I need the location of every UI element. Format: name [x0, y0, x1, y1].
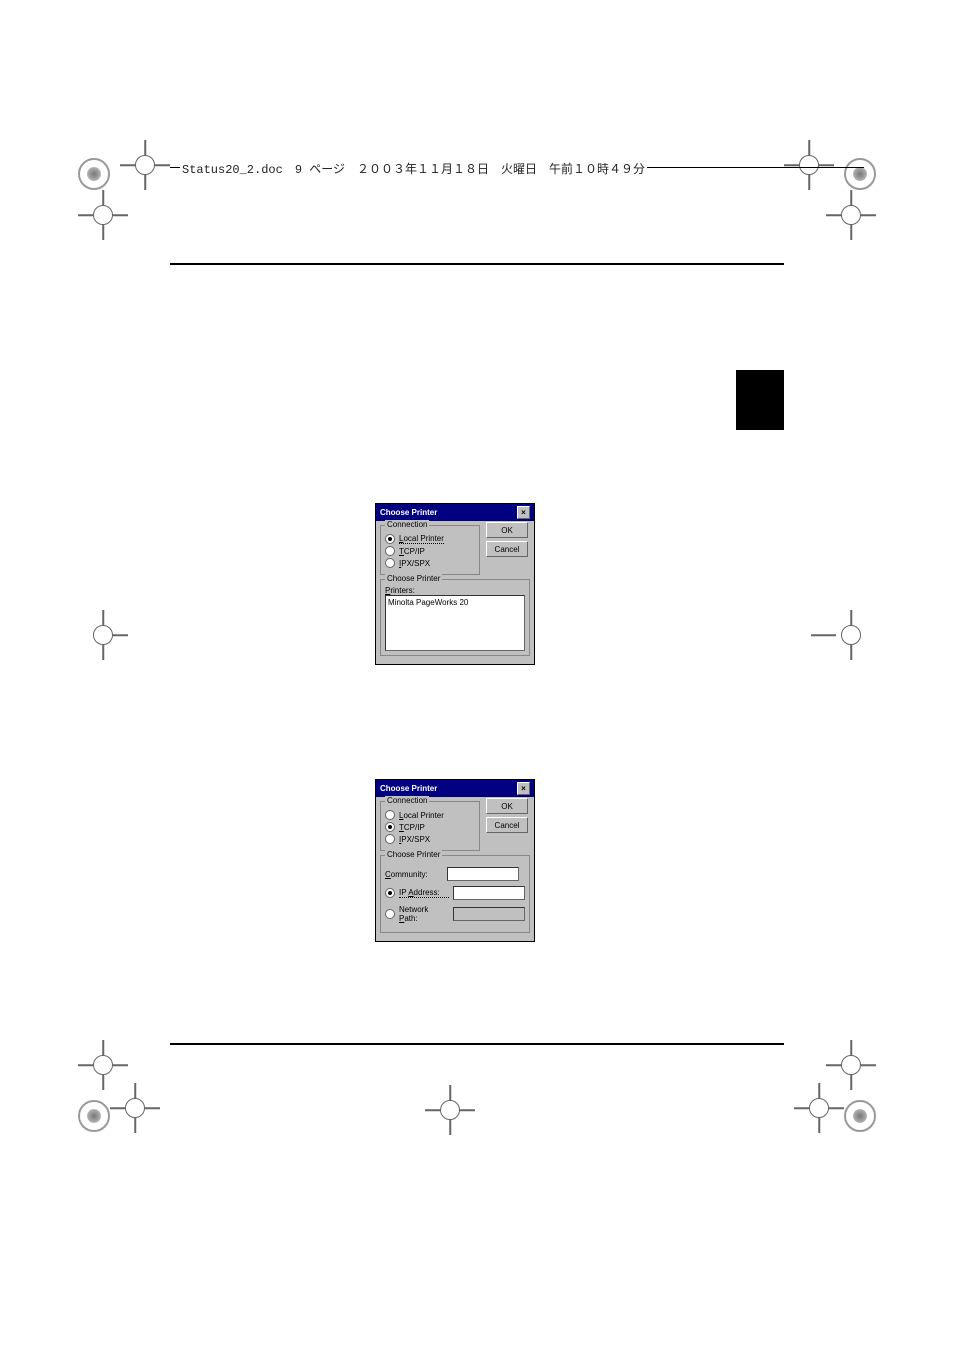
ipaddress-input[interactable]: [453, 886, 525, 900]
dialog-titlebar: Choose Printer ×: [376, 780, 534, 797]
header-text: Status20_2.doc 9 ページ ２００３年１１月１８日 火曜日 午前１…: [180, 160, 647, 177]
page-tab: [736, 370, 784, 430]
radio-tcpip-label: TCP/IP: [399, 547, 425, 556]
registration-cross-bl2: [88, 1050, 118, 1080]
cancel-label: Cancel: [495, 545, 520, 554]
radio-tcpip-label: TCP/IP: [399, 823, 425, 832]
registration-cross-ml: [88, 620, 118, 650]
registration-cross-br2: [836, 1050, 866, 1080]
list-item[interactable]: Minolta PageWorks 20: [388, 598, 522, 607]
choose-group-label: Choose Printer: [385, 850, 442, 859]
radio-ipxspx[interactable]: [385, 558, 395, 568]
radio-ipaddress[interactable]: [385, 888, 395, 898]
content-rule-bottom: [170, 1043, 784, 1045]
registration-cross-tl: [130, 150, 160, 180]
choose-printer-dialog-1: Choose Printer × OK Cancel Connection Lo…: [375, 503, 535, 665]
netpath-label: Network Path:: [399, 905, 449, 923]
community-label: Community:: [385, 870, 443, 879]
registration-ring-br: [844, 1100, 876, 1132]
dialog-title-text: Choose Printer: [380, 784, 437, 793]
registration-cross-bc: [435, 1095, 465, 1125]
radio-tcpip[interactable]: [385, 546, 395, 556]
printers-label: Printers:: [385, 586, 525, 595]
registration-cross-bl: [120, 1093, 150, 1123]
cancel-label: Cancel: [495, 821, 520, 830]
dialog-title-text: Choose Printer: [380, 508, 437, 517]
content-rule-top: [170, 263, 784, 265]
close-icon[interactable]: ×: [517, 782, 530, 795]
registration-ring-tr: [844, 158, 876, 190]
radio-tcpip[interactable]: [385, 822, 395, 832]
ok-button[interactable]: OK: [486, 798, 528, 814]
radio-ipxspx-label: IPX/SPX: [399, 559, 430, 568]
registration-cross-tr2: [836, 200, 866, 230]
netpath-input[interactable]: [453, 907, 525, 921]
cancel-button[interactable]: Cancel: [486, 541, 528, 557]
registration-cross-br: [804, 1093, 834, 1123]
radio-local-label: Local Printer: [399, 534, 444, 544]
cancel-button[interactable]: Cancel: [486, 817, 528, 833]
radio-local[interactable]: [385, 810, 395, 820]
registration-cross-mr: [836, 620, 866, 650]
choose-printer-dialog-2: Choose Printer × OK Cancel Connection Lo…: [375, 779, 535, 942]
registration-ring-tl: [78, 158, 110, 190]
registration-ring-bl: [78, 1100, 110, 1132]
close-icon[interactable]: ×: [517, 506, 530, 519]
printers-list[interactable]: Minolta PageWorks 20: [385, 595, 525, 651]
radio-local[interactable]: [385, 534, 395, 544]
ok-label: OK: [501, 526, 513, 535]
registration-cross-tl2: [88, 200, 118, 230]
radio-ipxspx[interactable]: [385, 834, 395, 844]
dialog-titlebar: Choose Printer ×: [376, 504, 534, 521]
connection-group-label: Connection: [385, 796, 429, 805]
choose-group-label: Choose Printer: [385, 574, 442, 583]
community-input[interactable]: [447, 867, 519, 881]
radio-netpath[interactable]: [385, 909, 395, 919]
radio-local-label: Local Printer: [399, 811, 444, 820]
ok-label: OK: [501, 802, 513, 811]
ipaddress-label: IP Address:: [399, 888, 449, 898]
ok-button[interactable]: OK: [486, 522, 528, 538]
radio-ipxspx-label: IPX/SPX: [399, 835, 430, 844]
connection-group-label: Connection: [385, 520, 429, 529]
registration-cross-tr: [794, 150, 824, 180]
